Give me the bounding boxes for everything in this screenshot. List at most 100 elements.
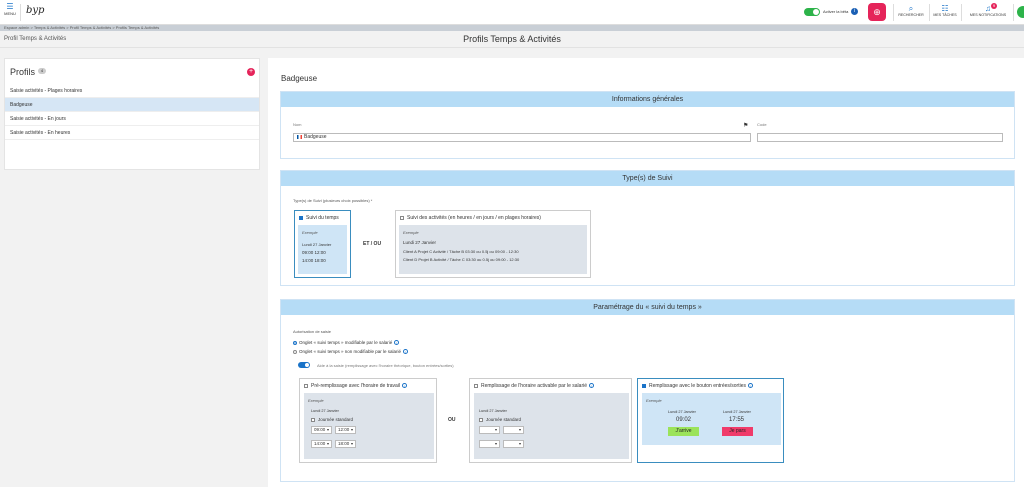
option-label: Remplissage de l'horaire activable par l…	[481, 383, 588, 389]
time-select: ▾	[503, 426, 524, 434]
chevron-down-icon: ▾	[350, 441, 353, 446]
name-label: Nom	[293, 122, 302, 127]
profile-item[interactable]: Saisie activités - Plages horaires	[5, 84, 259, 98]
tasks-button[interactable]: ☷ MES TÂCHES	[931, 4, 959, 17]
activity-tracking-card[interactable]: Suivi des activités (en heures / en jour…	[395, 210, 591, 278]
activity-tracking-option[interactable]: Suivi des activités (en heures / en jour…	[400, 215, 541, 221]
tracking-type-section: Type(s) de Suivi Type(s) de Suivi (plusi…	[280, 170, 1015, 286]
france-flag-icon	[297, 134, 302, 139]
radio-label: Onglet « suivi temps » non modifiable pa…	[299, 349, 402, 354]
info-icon[interactable]: i	[394, 340, 400, 346]
search-icon: ⌕	[908, 4, 914, 13]
checkbox	[311, 417, 315, 422]
info-icon[interactable]: i	[851, 8, 858, 15]
checkbox[interactable]	[474, 383, 478, 388]
employee-activable-card[interactable]: Remplissage de l'horaire activable par l…	[469, 378, 632, 463]
divider	[961, 4, 962, 21]
time-select: 09:00 ▾	[311, 426, 332, 434]
checkbox-checked[interactable]	[299, 215, 303, 220]
radio[interactable]	[293, 349, 297, 354]
add-profile-button[interactable]: +	[247, 68, 255, 76]
menu-button[interactable]: ☰ MENU	[3, 2, 17, 17]
radio-label: Onglet « suivi temps » modifiable par le…	[299, 340, 393, 345]
code-field[interactable]	[757, 133, 1003, 142]
input-help-toggle[interactable]	[298, 362, 310, 368]
profile-title: Badgeuse	[281, 74, 318, 83]
arrival-time: 09:02	[676, 417, 692, 423]
and-or-separator: ET / OU	[363, 241, 382, 247]
time-tracking-option[interactable]: Suivi du temps	[299, 215, 339, 221]
radio-selected[interactable]	[293, 340, 297, 345]
tasks-icon: ☷	[941, 4, 949, 13]
checkbox[interactable]	[304, 383, 308, 388]
not-editable-radio-option[interactable]: Onglet « suivi temps » non modifiable pa…	[293, 349, 409, 355]
info-icon[interactable]: i	[402, 383, 408, 389]
menu-label: MENU	[4, 11, 16, 16]
time-value: 12:00	[338, 427, 350, 432]
profiles-count-badge: 4	[38, 68, 46, 74]
employee-activable-option[interactable]: Remplissage de l'horaire activable par l…	[474, 383, 595, 389]
badge-button-option[interactable]: Remplissage avec le bouton entrées/sorti…	[642, 383, 753, 389]
time-select: ▾	[479, 426, 500, 434]
search-button[interactable]: ⌕ RECHERCHER	[898, 4, 924, 17]
tracking-type-hint: Type(s) de Suivi (plusieurs choix possib…	[293, 198, 373, 203]
example-line: 14:00 18:00	[302, 258, 326, 263]
notifications-button[interactable]: ♫ MES NOTIFICATIONS	[966, 4, 1010, 17]
prefill-option[interactable]: Pré-remplissage avec l'horaire de travai…	[304, 383, 408, 389]
checkbox	[479, 417, 483, 422]
section-heading: Paramétrage du « suivi du temps »	[281, 300, 1014, 315]
time-tracking-card[interactable]: Suivi du temps Exemple Lundi 27 Janvier …	[294, 210, 351, 278]
example-box: Exemple Lundi 27 Janvier Client A Projet…	[399, 225, 587, 274]
info-icon[interactable]: i	[589, 383, 595, 389]
user-avatar[interactable]	[1017, 6, 1024, 18]
option-label: Remplissage avec le bouton entrées/sorti…	[649, 383, 746, 389]
name-field[interactable]: Badgeuse	[293, 133, 751, 142]
section-heading: Type(s) de Suivi	[281, 171, 1014, 186]
time-select: 18:00 ▾	[335, 440, 356, 448]
time-select: 12:00 ▾	[335, 426, 356, 434]
profile-item[interactable]: Saisie activités - En jours	[5, 112, 259, 126]
example-box: Exemple Lundi 27 Janvier Journée standar…	[304, 393, 434, 459]
option-label: Journée standard	[318, 417, 354, 422]
notification-count-badge: 9	[991, 3, 997, 9]
chevron-down-icon: ▾	[494, 441, 497, 446]
example-line: Client D Projet B Activité / Tâche C 03:…	[403, 257, 520, 262]
divider	[1013, 4, 1014, 21]
badge-button-card[interactable]: Remplissage avec le bouton entrées/sorti…	[637, 378, 784, 463]
example-date: Lundi 27 Janvier	[479, 409, 507, 413]
prefill-work-schedule-card[interactable]: Pré-remplissage avec l'horaire de travai…	[299, 378, 437, 463]
section-heading: Informations générales	[281, 92, 1014, 107]
general-info-section: Informations générales Nom Badgeuse ⚑ Co…	[280, 91, 1015, 159]
checkbox-checked[interactable]	[642, 383, 646, 388]
chevron-down-icon: ▾	[518, 427, 521, 432]
option-label: Suivi des activités (en heures / en jour…	[407, 215, 541, 221]
chevron-down-icon: ▾	[494, 427, 497, 432]
option-label: Journée standard	[486, 417, 522, 422]
profile-item[interactable]: Saisie activités - En heures	[5, 126, 259, 140]
editable-radio-option[interactable]: Onglet « suivi temps » modifiable par le…	[293, 340, 400, 346]
profiles-panel: Profils 4 + Saisie activités - Plages ho…	[4, 58, 260, 170]
profile-detail: Badgeuse Informations générales Nom Badg…	[268, 58, 1024, 487]
page-header: Profil Temps & Activités Profils Temps &…	[0, 31, 1024, 48]
option-label: Pré-remplissage avec l'horaire de travai…	[311, 383, 401, 389]
divider	[929, 4, 930, 21]
example-line: Client A Projet C Activité / Tâche B 03:…	[403, 249, 519, 254]
standard-day-option: Journée standard	[311, 417, 353, 422]
flag-icon[interactable]: ⚑	[743, 122, 748, 129]
example-box: Exemple Lundi 27 Janvier 09:00 12:00 14:…	[298, 225, 347, 274]
profile-item-selected[interactable]: Badgeuse	[5, 98, 259, 112]
divider	[20, 4, 21, 21]
info-icon[interactable]: i	[403, 349, 409, 355]
time-value: 18:00	[338, 441, 350, 446]
time-value: 14:00	[314, 441, 326, 446]
checkbox[interactable]	[400, 215, 404, 220]
example-title: Exemple	[308, 398, 324, 403]
hamburger-icon: ☰	[6, 2, 14, 11]
example-date: Lundi 27 Janvier	[723, 410, 751, 414]
info-icon[interactable]: i	[748, 383, 753, 389]
quick-add-button[interactable]: ⊕	[868, 3, 886, 21]
departure-time: 17:55	[729, 417, 745, 423]
option-label: Suivi du temps	[306, 215, 339, 221]
app-logo[interactable]: byp	[26, 5, 44, 16]
beta-toggle[interactable]	[804, 8, 820, 16]
